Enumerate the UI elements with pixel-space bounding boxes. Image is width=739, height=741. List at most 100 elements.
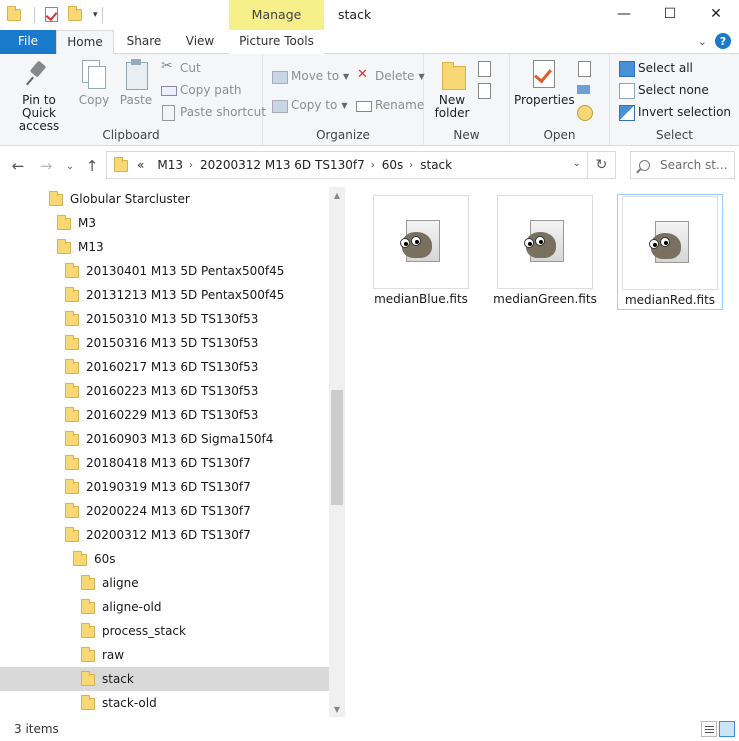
new-folder-icon[interactable] [67,6,85,24]
large-icons-view-icon[interactable] [719,721,735,737]
file-item[interactable]: medianGreen.fits [492,194,598,310]
manage-context-tab[interactable]: Manage [229,0,324,30]
copy-button[interactable]: Copy [76,58,112,107]
tree-item[interactable]: 20190319 M13 6D TS130f7 [64,475,251,499]
manage-tab-label: Manage [251,7,302,22]
copy-path-button[interactable]: Copy path [160,80,242,100]
nav-scrollbar[interactable]: ▲ ▼ [329,187,345,717]
breadcrumb-item[interactable]: M13 [157,158,183,172]
tree-item[interactable]: 20180418 M13 6D TS130f7 [64,451,251,475]
file-thumbnail [622,196,718,290]
address-bar[interactable]: « M13 › 20200312 M13 6D TS130f7 › 60s › … [106,151,588,179]
maximize-button[interactable]: ☐ [647,0,693,28]
select-group-label: Select [655,128,694,142]
edit-icon [576,82,592,98]
breadcrumb-item[interactable]: 60s [382,158,404,172]
tab-home[interactable]: Home [56,30,114,55]
rename-icon [355,97,372,113]
tree-item[interactable]: 20131213 M13 5D Pentax500f45 [64,283,284,307]
tree-item[interactable]: Globular Starcluster [48,187,190,211]
tree-item-label: 20200312 M13 6D TS130f7 [86,528,251,542]
scroll-down-icon[interactable]: ▼ [329,701,345,717]
invert-selection-button[interactable]: Invert selection [618,102,731,122]
file-item[interactable]: medianBlue.fits [368,194,474,310]
tree-item[interactable]: 20160903 M13 6D Sigma150f4 [64,427,273,451]
recent-locations-icon[interactable]: ⌄ [60,156,80,176]
scrollbar-thumb[interactable] [331,390,343,505]
pin-to-quick-access-button[interactable]: Pin to Quick access [4,58,74,133]
tree-item[interactable]: 20130401 M13 5D Pentax500f45 [64,259,284,283]
chevron-down-icon[interactable]: ⌄ [573,158,581,169]
new-folder-button[interactable]: New folder [432,58,472,120]
back-arrow-icon[interactable]: ← [8,156,28,176]
up-arrow-icon[interactable]: ↑ [82,156,102,176]
tab-file[interactable]: File [0,30,56,54]
tree-item[interactable]: 20200224 M13 6D TS130f7 [64,499,251,523]
tree-item[interactable]: M3 [56,211,96,235]
search-input[interactable]: Search st... [630,151,735,179]
minimize-button[interactable]: — [601,0,647,28]
rename-button[interactable]: Rename [355,95,424,115]
move-to-button[interactable]: Move to ▼ [271,66,349,86]
close-button[interactable]: ✕ [693,0,739,28]
tree-item[interactable]: 20160223 M13 6D TS130f53 [64,379,258,403]
paste-button[interactable]: Paste [118,58,154,107]
tree-item[interactable]: 20150310 M13 5D TS130f53 [64,307,258,331]
select-none-button[interactable]: Select none [618,80,709,100]
new-item-button[interactable] [476,58,496,78]
tree-item[interactable]: 60s [72,547,116,571]
tree-item-label: 20160903 M13 6D Sigma150f4 [86,432,274,446]
cut-button[interactable]: Cut [160,58,201,78]
tree-item[interactable]: 20160217 M13 6D TS130f53 [64,355,258,379]
view-switcher [701,721,735,737]
customize-toolbar-icon[interactable]: ▾ [93,10,98,20]
window-controls: — ☐ ✕ [601,0,739,28]
breadcrumb-item[interactable]: 20200312 M13 6D TS130f7 [200,158,365,172]
tree-item[interactable]: 20150316 M13 5D TS130f53 [64,331,258,355]
pin-icon [23,58,55,90]
details-view-icon[interactable] [701,721,717,737]
select-all-button[interactable]: Select all [618,58,693,78]
scroll-up-icon[interactable]: ▲ [329,187,345,203]
tree-item-label: 20190319 M13 6D TS130f7 [86,480,251,494]
tree-item[interactable]: aligne [80,571,139,595]
organize-group-label: Organize [316,128,370,142]
tab-share[interactable]: Share [116,30,172,54]
breadcrumb-overflow[interactable]: « [137,158,144,172]
tree-item[interactable]: 20160229 M13 6D TS130f53 [64,403,258,427]
refresh-icon[interactable]: ↻ [588,151,616,179]
tree-item-label: 20150310 M13 5D TS130f53 [86,312,259,326]
chevron-right-icon[interactable]: › [409,160,413,171]
help-icon[interactable]: ? [715,33,731,49]
expand-ribbon-icon[interactable]: ⌄ [698,35,707,48]
chevron-right-icon[interactable]: › [189,160,193,171]
chevron-right-icon[interactable]: › [371,160,375,171]
tree-item[interactable]: aligne-old [80,595,161,619]
tree-item[interactable]: 20200312 M13 6D TS130f7 [64,523,251,547]
open-group: Properties Open [510,54,610,146]
tab-picture-tools[interactable]: Picture Tools [229,30,324,54]
history-button[interactable] [576,102,596,122]
tree-item[interactable]: process_stack [80,619,186,643]
tree-item[interactable]: stack [0,667,329,691]
delete-button[interactable]: Delete ▼ [355,66,425,86]
file-item[interactable]: medianRed.fits [617,194,723,310]
copy-to-button[interactable]: Copy to ▼ [271,95,347,115]
breadcrumb-item[interactable]: stack [420,158,452,172]
properties-check-icon[interactable] [43,6,61,24]
edit-button[interactable] [576,80,596,100]
open-button[interactable] [576,58,596,78]
title-bar: ▾ Manage stack — ☐ ✕ [0,0,739,30]
tree-item[interactable]: raw [80,643,124,667]
folder-icon [64,503,80,519]
tree-item[interactable]: stack-old [80,691,157,715]
new-item-icon [476,60,492,77]
properties-button[interactable]: Properties [514,58,575,107]
tree-item-label: raw [102,648,125,662]
tab-view[interactable]: View [174,30,226,54]
easy-access-button[interactable] [476,80,496,100]
tree-item[interactable]: M13 [56,235,104,259]
paste-shortcut-button[interactable]: Paste shortcut [160,102,266,122]
folder-icon[interactable] [6,6,24,24]
forward-arrow-icon[interactable]: → [36,156,56,176]
